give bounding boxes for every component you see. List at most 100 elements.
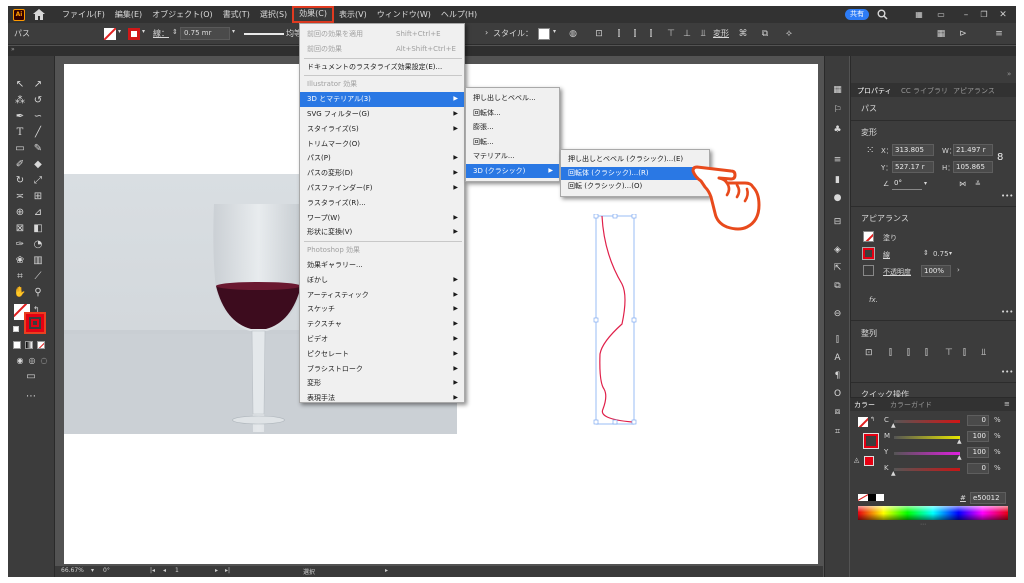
current-color-swatch[interactable] bbox=[864, 456, 874, 466]
channel-slider[interactable] bbox=[894, 452, 960, 455]
more-options-icon[interactable]: ••• bbox=[1001, 192, 1013, 200]
rotate-tool-icon[interactable]: ↻ bbox=[13, 174, 27, 188]
artboards-icon[interactable]: ⧉ bbox=[831, 280, 844, 292]
draw-inside-icon[interactable]: ◌ bbox=[37, 354, 51, 368]
menu-item-3[interactable]: 書式(T) bbox=[218, 6, 255, 23]
submenu-3d-item[interactable]: 回転... bbox=[466, 135, 559, 150]
channel-slider[interactable] bbox=[894, 436, 960, 439]
submenu-3d-item[interactable]: マテリアル... bbox=[466, 149, 559, 164]
rotation-value[interactable]: 0° bbox=[103, 567, 110, 574]
chevron-down-icon[interactable]: ▾ bbox=[924, 180, 927, 187]
restore-icon[interactable]: ❐ bbox=[978, 8, 990, 21]
channel-value-input[interactable]: 100 bbox=[967, 447, 989, 458]
effect-menu-item[interactable]: ドキュメントのラスタライズ効果設定(E)... bbox=[300, 60, 464, 75]
effect-menu-item[interactable]: 形状に変換(V) ▶ bbox=[300, 225, 464, 240]
tab-color[interactable]: カラー bbox=[854, 400, 875, 410]
chevron-right-icon[interactable]: › bbox=[957, 266, 960, 274]
color-stroke-swatch[interactable] bbox=[863, 433, 879, 449]
glass-profile-path[interactable] bbox=[592, 214, 638, 426]
stroke-weight-value[interactable]: 0.75 bbox=[933, 250, 949, 258]
effect-menu-item[interactable]: ビデオ ▶ bbox=[300, 332, 464, 347]
collapse-icon[interactable]: » bbox=[11, 46, 15, 53]
slider-thumb-icon[interactable]: ▲ bbox=[891, 422, 896, 429]
slider-thumb-icon[interactable]: ▲ bbox=[957, 438, 962, 445]
effect-menu-item[interactable]: アーティスティック ▶ bbox=[300, 288, 464, 303]
menu-item-2[interactable]: オブジェクト(O) bbox=[147, 6, 218, 23]
recolor-icon[interactable]: ◍ bbox=[566, 28, 580, 40]
share-button[interactable]: 共有 bbox=[845, 9, 869, 20]
scale-tool-icon[interactable]: ⤢ bbox=[31, 174, 45, 188]
effect-menu-item[interactable]: ピクセレート ▶ bbox=[300, 347, 464, 362]
align-left-icon[interactable]: ⫿ bbox=[612, 28, 626, 40]
chevron-down-icon[interactable]: ▾ bbox=[553, 28, 556, 35]
isolate-icon[interactable]: ⌘ bbox=[736, 28, 750, 40]
collapse-panel-icon[interactable]: » bbox=[1007, 70, 1011, 78]
channel-slider[interactable] bbox=[894, 468, 960, 471]
swatches-icon[interactable]: ▮ bbox=[831, 174, 844, 186]
paintbrush-tool-icon[interactable]: ✎ bbox=[31, 142, 45, 156]
channel-value-input[interactable]: 0 bbox=[967, 463, 989, 474]
menu-item-8[interactable]: ヘルプ(H) bbox=[436, 6, 482, 23]
workspace-icon[interactable]: ▭ bbox=[934, 8, 948, 21]
last-artboard-icon[interactable]: ▸| bbox=[225, 567, 230, 574]
screen-mode-icon[interactable]: ▭ bbox=[24, 370, 38, 384]
artboard-number[interactable]: 1 bbox=[175, 567, 179, 574]
minimize-icon[interactable]: – bbox=[960, 8, 972, 21]
submenu-classic-item[interactable]: 回転体 (クラシック)...(R) bbox=[561, 166, 709, 180]
envelope-icon[interactable]: ⧉ bbox=[758, 28, 772, 40]
flip-vertical-icon[interactable]: ≚ bbox=[975, 180, 981, 188]
zoom-tool-icon[interactable]: ⚲ bbox=[31, 286, 45, 300]
align-bottom-icon[interactable]: ⫫ bbox=[981, 348, 986, 358]
align-center-icon[interactable]: ⫿ bbox=[628, 28, 642, 40]
color-fill-swatch[interactable] bbox=[858, 417, 868, 427]
none-mode-icon[interactable] bbox=[37, 341, 45, 349]
y-input[interactable]: 527.17 r bbox=[892, 161, 934, 173]
color-mode-icon[interactable] bbox=[13, 341, 21, 349]
free-transform-tool-icon[interactable]: ⊞ bbox=[31, 190, 45, 204]
pen-tool-icon[interactable]: ✒ bbox=[13, 110, 27, 124]
align-to-icon[interactable]: ⊡ bbox=[865, 348, 873, 358]
stepper-icon[interactable]: ⇕ bbox=[923, 249, 929, 257]
magic-wand-tool-icon[interactable]: ⁂ bbox=[13, 94, 27, 108]
chevron-down-icon[interactable]: ▾ bbox=[91, 567, 94, 574]
selection-tool-icon[interactable]: ↖ bbox=[13, 78, 27, 92]
hand-tool-icon[interactable]: ✋ bbox=[13, 286, 27, 300]
shaper-tool-icon[interactable]: ✐ bbox=[13, 158, 27, 172]
control-options-icon[interactable]: ▦ bbox=[934, 28, 948, 40]
color-spectrum[interactable] bbox=[858, 506, 1008, 520]
menu-item-5[interactable]: 効果(C) bbox=[292, 6, 334, 23]
stroke-color-swatch[interactable] bbox=[24, 312, 46, 334]
eyedropper-tool-icon[interactable]: ✑ bbox=[13, 238, 27, 252]
arrange-documents-icon[interactable]: ▦ bbox=[912, 8, 926, 21]
effect-menu-item[interactable]: 変形 ▶ bbox=[300, 376, 464, 391]
out-of-gamut-icon[interactable]: ◬ bbox=[854, 456, 859, 464]
chevron-down-icon[interactable]: ▾ bbox=[142, 28, 145, 35]
libraries-icon[interactable]: ⚐ bbox=[831, 104, 844, 116]
search-icon[interactable] bbox=[875, 8, 889, 21]
zoom-level[interactable]: 66.67% bbox=[61, 567, 84, 574]
opacity-label[interactable]: 不透明度 bbox=[883, 267, 911, 277]
type-tool-icon[interactable]: T bbox=[13, 126, 27, 140]
gradient-mode-icon[interactable] bbox=[25, 341, 33, 349]
effect-menu-item[interactable]: スタイライズ(S) ▶ bbox=[300, 122, 464, 137]
effect-menu-item[interactable]: ラスタライズ(R)... bbox=[300, 196, 464, 211]
chevron-down-icon[interactable]: ▾ bbox=[949, 250, 952, 257]
channel-value-input[interactable]: 0 bbox=[967, 415, 989, 426]
symbol-sprayer-tool-icon[interactable]: ❀ bbox=[13, 254, 27, 268]
effect-menu-item[interactable]: ワープ(W) ▶ bbox=[300, 211, 464, 226]
edit-toolbar-icon[interactable]: ⋯ bbox=[24, 390, 38, 404]
layers-icon[interactable]: ▦ bbox=[831, 84, 844, 96]
effect-menu-item[interactable]: スケッチ ▶ bbox=[300, 302, 464, 317]
opacity-input[interactable]: 100% bbox=[921, 265, 951, 277]
graph-tool-icon[interactable]: ▥ bbox=[31, 254, 45, 268]
stroke-weight-input[interactable]: 0.75 mr bbox=[180, 27, 230, 40]
x-input[interactable]: 313.805 bbox=[892, 144, 934, 156]
transform-link[interactable]: 変形 bbox=[713, 28, 729, 39]
menu-item-7[interactable]: ウィンドウ(W) bbox=[372, 6, 436, 23]
effect-menu-item[interactable]: パスの変形(D) ▶ bbox=[300, 166, 464, 181]
direct-selection-tool-icon[interactable]: ↗ bbox=[31, 78, 45, 92]
effect-menu-item[interactable]: パス(P) ▶ bbox=[300, 151, 464, 166]
h-input[interactable]: 105.865 bbox=[953, 161, 993, 173]
align-right-icon[interactable]: ⫿ bbox=[644, 28, 658, 40]
submenu-classic-item[interactable]: 回転 (クラシック)...(O) bbox=[561, 180, 709, 194]
